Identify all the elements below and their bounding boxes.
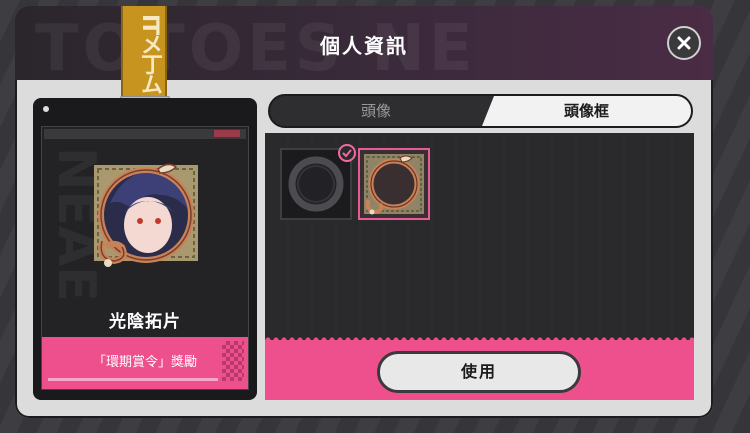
close-button[interactable] bbox=[667, 26, 701, 60]
reward-text: 「環期賞令」獎勵 bbox=[92, 355, 197, 370]
lanyard-text: ITメ丁ム bbox=[137, 14, 162, 94]
close-icon bbox=[677, 36, 691, 50]
bronze-frame-icon bbox=[364, 154, 424, 215]
profile-badge: NEAE 光陰拓片 「環期賞令」獎勵 bbox=[33, 98, 257, 400]
use-button[interactable]: 使用 bbox=[377, 351, 581, 393]
badge-top-bar bbox=[44, 129, 246, 139]
tab-avatar-frame[interactable]: 頭像框 bbox=[482, 96, 691, 126]
avatar-frame-icon bbox=[94, 163, 198, 267]
dialog-header: TOTOES NE 個人資訊 bbox=[15, 6, 713, 86]
scalloped-edge bbox=[265, 334, 694, 340]
avatar bbox=[88, 155, 204, 271]
ring-frame-icon bbox=[288, 156, 344, 212]
profile-dialog: TOTOES NE 個人資訊 ITメ丁ム ▼ NEAE bbox=[15, 6, 713, 418]
frame-item-bronze[interactable] bbox=[358, 148, 430, 220]
badge-hole bbox=[43, 106, 49, 112]
frame-item-default[interactable] bbox=[280, 144, 356, 220]
badge-bar-mark bbox=[214, 130, 240, 137]
frame-panel: 使用 bbox=[265, 133, 694, 400]
avatar-frame-name: 光陰拓片 bbox=[109, 312, 181, 332]
selected-check-icon bbox=[338, 144, 356, 162]
tab-bar: 頭像 頭像框 bbox=[268, 94, 693, 128]
badge-reward-band: 「環期賞令」獎勵 bbox=[42, 337, 248, 389]
dialog-title: 個人資訊 bbox=[320, 34, 408, 58]
lanyard: ITメ丁ム bbox=[121, 6, 167, 101]
badge-card: NEAE 光陰拓片 「環期賞令」獎勵 bbox=[41, 126, 249, 390]
tab-avatar[interactable]: 頭像 bbox=[270, 96, 482, 126]
badge-stripe bbox=[48, 378, 218, 381]
